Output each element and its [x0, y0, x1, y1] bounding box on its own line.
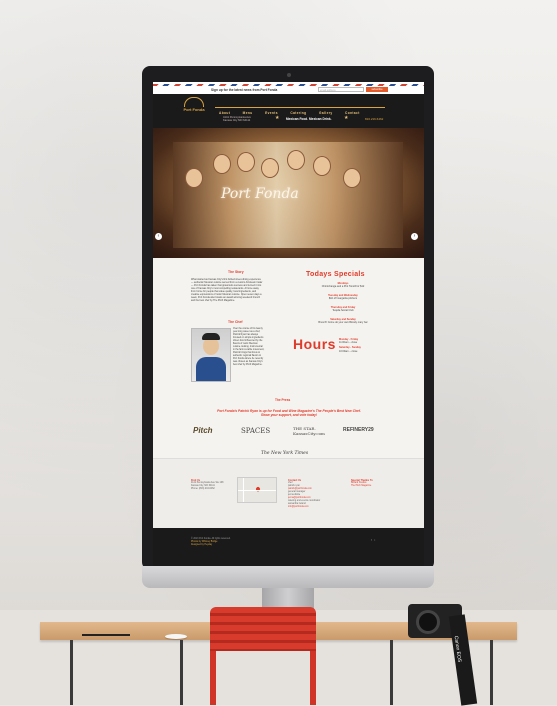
hero-face	[185, 168, 203, 188]
desk-leg	[390, 640, 393, 705]
footer-find-us: Find Us 4141 Pennsylvania Ave Ste 108 Ka…	[191, 479, 235, 491]
chair-legs	[210, 651, 316, 705]
address-line-2: Kansas City MO 64111	[223, 119, 251, 123]
monitor-chin	[142, 566, 434, 588]
special-text: Tequila Social Club	[332, 309, 354, 313]
desk-leg	[70, 640, 73, 705]
nav-catering[interactable]: Catering	[290, 111, 306, 115]
hours-detail: Monday - Friday 11:00am – close Saturday…	[339, 338, 361, 353]
special-item: Tuesday and Wednesday $10 off margarita …	[303, 294, 383, 300]
story-heading: The Story	[228, 270, 244, 274]
nyt-logo[interactable]: The New York Times	[261, 451, 308, 456]
chef-photo	[191, 328, 231, 382]
nav-divider	[215, 107, 385, 108]
pencil	[82, 634, 130, 636]
story-body: What started as Kansas City's first Airb…	[191, 278, 263, 302]
kc-star-logo[interactable]: THE STAR. KansasCity.com	[293, 426, 333, 436]
footer-contact: Contact Us chef patrick ryan patrick@por…	[288, 479, 333, 509]
press-line-2[interactable]: Show your support, and vote today!	[207, 413, 371, 417]
special-text: $10 off margarita pitchers	[328, 297, 358, 301]
specials-heading: Todays Specials	[306, 271, 365, 278]
nav-gallery[interactable]: Gallery	[319, 111, 333, 115]
desk-leg	[180, 640, 183, 705]
star-icon: ★	[275, 115, 280, 121]
camera-lens	[416, 610, 440, 634]
chair-back	[210, 607, 316, 651]
desk-leg	[490, 640, 493, 705]
social-links: f t	[371, 538, 375, 542]
hero-face	[343, 168, 361, 188]
logo-text: Port Fonda	[183, 107, 205, 112]
contact-email[interactable]: info@portfonda.com	[288, 506, 333, 509]
bottom-bar: © 2013 Port Fonda. All rights reserved. …	[153, 528, 424, 566]
nav-menu[interactable]: Menu	[243, 111, 253, 115]
hero-face	[213, 154, 231, 174]
copyright-block: © 2013 Port Fonda. All rights reserved. …	[191, 538, 231, 548]
star-icon: ★	[344, 115, 349, 121]
pitch-logo[interactable]: Pitch	[193, 426, 213, 435]
thanks-link[interactable]: The Pitch Magazine	[351, 485, 395, 488]
special-text: Brunch! Come do your own Bloody mary bar	[318, 321, 368, 325]
hero-face	[287, 150, 305, 170]
site-footer: Find Us 4141 Pennsylvania Ave Ste 108 Ka…	[153, 458, 424, 529]
facebook-icon[interactable]: f	[371, 538, 372, 542]
website-screen: Sign up for the latest news from Port Fo…	[153, 82, 424, 566]
subscribe-button[interactable]: subscribe	[366, 87, 388, 92]
webcam-dot	[287, 73, 291, 77]
hero-face	[261, 158, 279, 178]
find-line: Phone: (816) 216-6462	[191, 488, 215, 490]
design-credit[interactable]: Designed by Heyday	[191, 544, 231, 547]
hours-weekend-value: 10:00am – close	[339, 349, 358, 353]
header-tagline: Mexican Food. Mexican Drink.	[286, 117, 332, 121]
port-fonda-logo[interactable]: Port Fonda	[179, 97, 209, 123]
hero-photo: Port Fonda ‹ ›	[153, 128, 424, 258]
hours-heading: Hours	[293, 336, 336, 352]
mouse	[165, 634, 187, 639]
location-map[interactable]	[237, 477, 277, 503]
map-pin-icon	[255, 486, 261, 492]
chef-heading: The Chef	[228, 320, 243, 324]
press-heading: The Press	[275, 398, 291, 402]
carousel-next-icon[interactable]: ›	[411, 233, 418, 240]
nav-about[interactable]: About	[219, 111, 230, 115]
special-item: Saturday and Sunday Brunch! Come do your…	[303, 318, 383, 324]
header-address: 4141 Pennsylvania Ave Kansas City MO 641…	[223, 116, 251, 123]
main-content: The Story What started as Kansas City's …	[153, 258, 424, 458]
hero-script-title: Port Fonda	[221, 186, 299, 202]
header-phone[interactable]: 816.216.6462	[365, 117, 383, 121]
refinery29-logo[interactable]: REFINERY29	[343, 427, 374, 433]
chef-hat	[202, 333, 220, 340]
carousel-prev-icon[interactable]: ‹	[155, 233, 162, 240]
red-chair	[210, 607, 316, 705]
signup-text: Sign up for the latest news from Port Fo…	[211, 88, 278, 92]
chef-body-text: Over the course of his twenty year long …	[233, 328, 265, 366]
hero-face	[237, 152, 255, 172]
twitter-icon[interactable]: t	[374, 538, 375, 542]
hero-face	[313, 156, 331, 176]
special-item: Mondays Chimichanga and a Pint Tonsill f…	[303, 282, 383, 288]
email-input[interactable]: email address	[318, 87, 364, 92]
press-announcement: Port Fonda's Patrick Ryan is up for Food…	[207, 409, 371, 417]
special-text: Chimichanga and a Pint Tonsill for $12	[321, 285, 365, 289]
camera-strap-brand: Canon EOS	[452, 635, 463, 663]
special-item: Thursday and Friday Tequila Social Club	[303, 306, 383, 312]
logo-arch-icon	[184, 97, 204, 107]
site-header: Port Fonda About Menu Events Catering Ga…	[153, 94, 424, 128]
chef-body	[196, 357, 226, 381]
footer-thanks: Special Thanks To Bollard Studios The Pi…	[351, 479, 395, 488]
spaces-logo[interactable]: SPACES	[241, 427, 270, 435]
